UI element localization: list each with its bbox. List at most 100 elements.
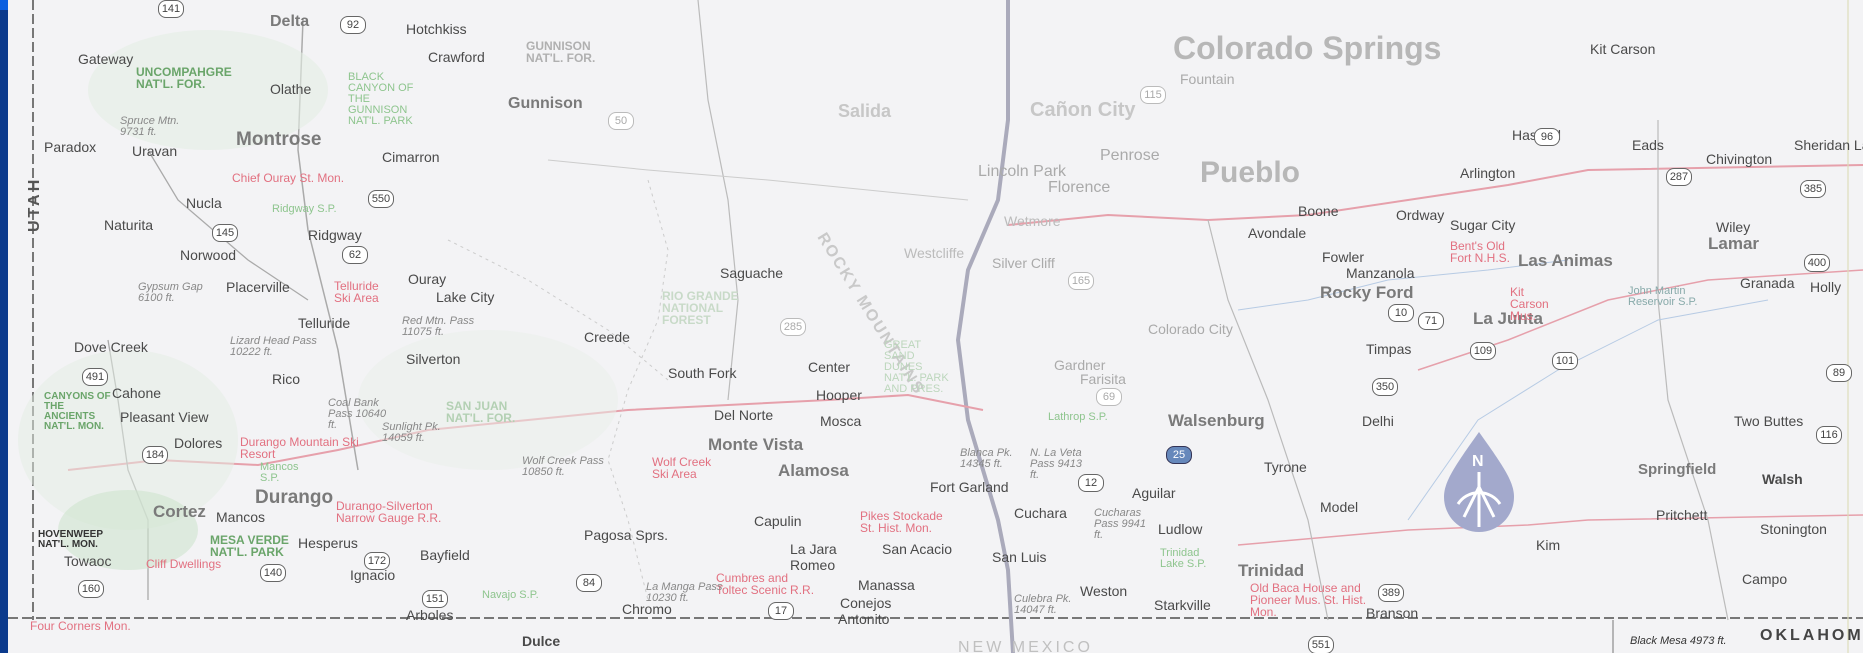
hwy-287: 287 [1666,168,1692,186]
label-old-baca-house: Old Baca House and Pioneer Mus. St. Hist… [1250,581,1367,619]
hwy-96: 96 [1534,128,1560,146]
region-oklahoma: OKLAHOM [1760,627,1863,644]
label-wolf-creek-ski: Wolf Creek Ski Area [652,455,712,481]
town-ignacio: Ignacio [350,567,396,583]
town-two-buttes: Two Buttes [1734,413,1804,429]
town-delhi: Delhi [1362,413,1394,429]
town-kit-carson: Kit Carson [1590,41,1656,57]
city-alamosa: Alamosa [778,461,849,480]
elev-blanca-pk: Blanca Pk. 14345 ft. [960,447,1013,470]
park-canyons: CANYONS OF THE ANCIENTS NAT'L. MON. [44,391,111,432]
town-south-fork: South Fork [668,365,737,381]
town-lake-city: Lake City [436,289,495,305]
town-tyrone: Tyrone [1264,459,1307,475]
hwy-10: 10 [1388,304,1414,322]
town-silverton: Silverton [406,351,461,367]
elev-culebra-pk: Culebra Pk. 14047 ft. [1014,593,1072,616]
town-eads: Eads [1632,137,1664,153]
town-hooper: Hooper [816,387,862,403]
town-holly: Holly [1810,279,1842,295]
town-sugar-city: Sugar City [1450,217,1516,233]
town-manassa: Manassa [858,577,915,593]
hwy-145: 145 [212,224,238,242]
town-ouray: Ouray [408,271,447,287]
park-rio-grande: RIO GRANDE NATIONAL FOREST [662,289,739,327]
town-farisita: Farisita [1080,371,1126,387]
label-cliff-dwellings: Cliff Dwellings [146,557,222,571]
town-avondale: Avondale [1248,225,1307,241]
city-las-animas: Las Animas [1518,251,1613,270]
hwy-400: 400 [1804,254,1830,272]
hwy-551: 551 [1308,636,1334,653]
town-rico: Rico [272,371,301,387]
hwy-172: 172 [364,552,390,570]
town-campo: Campo [1742,571,1788,587]
label-trinidad-lake-sp: Trinidad Lake S.P. [1160,547,1207,570]
town-saguache: Saguache [720,265,784,281]
town-fort-garland: Fort Garland [930,479,1009,495]
hwy-151: 151 [422,590,448,608]
town-arlington: Arlington [1460,165,1516,181]
town-walsh: Walsh [1762,471,1803,487]
road-map: UTAH ROCKY MOUNTAINS Colorado Springs Pu… [8,0,1863,653]
town-pritchett: Pritchett [1656,507,1708,523]
park-gunnison-for: GUNNISON NAT'L. FOR. [526,39,596,65]
town-model: Model [1320,499,1359,515]
town-wiley: Wiley [1716,219,1751,235]
town-crawford: Crawford [428,49,485,65]
label-durango-mountain: Durango Mountain Ski Resort [240,435,359,461]
town-florence: Florence [1048,179,1111,196]
town-fowler: Fowler [1322,249,1365,265]
city-rocky-ford: Rocky Ford [1320,283,1414,302]
town-paradox: Paradox [44,139,97,155]
town-granada: Granada [1740,275,1795,291]
hwy-184: 184 [142,446,168,464]
town-telluride: Telluride [298,315,351,331]
city-salida: Salida [838,101,892,121]
city-springfield: Springfield [1638,461,1717,478]
hwy-140: 140 [260,564,286,582]
elev-black-mesa: Black Mesa 4973 ft. [1630,635,1727,647]
town-lincoln-park: Lincoln Park [978,163,1067,180]
label-bents-old-fort: Bent's Old Fort N.H.S. [1450,239,1511,265]
town-nucla: Nucla [186,195,222,211]
hwy-84: 84 [576,574,602,592]
city-colorado-springs: Colorado Springs [1173,30,1442,66]
town-capulin: Capulin [754,513,802,529]
hwy-50: 50 [608,112,634,130]
town-chromo: Chromo [622,601,672,617]
town-romeo: Romeo [790,557,836,573]
park-great-sand-dunes: GREAT SAND DUNES NAT'L. PARK AND PRES. [884,339,949,395]
label-john-martin-sp: John Martin Reservoir S.P. [1628,285,1698,308]
town-timpas: Timpas [1366,341,1412,357]
town-ludlow: Ludlow [1158,521,1203,537]
town-cahone: Cahone [112,385,162,401]
label-narrow-gauge: Durango-Silverton Narrow Gauge R.R. [336,499,442,525]
town-fountain: Fountain [1180,71,1235,87]
town-uravan: Uravan [132,143,178,159]
town-bayfield: Bayfield [420,547,470,563]
town-cuchara: Cuchara [1014,505,1067,521]
hwy-550: 550 [368,190,394,208]
hwy-109: 109 [1470,342,1496,360]
town-antonito: Antonito [838,611,890,627]
town-dove-creek: Dove Creek [74,339,148,355]
city-delta: Delta [270,13,310,30]
town-gardner: Gardner [1054,357,1106,373]
town-olathe: Olathe [270,81,312,97]
town-westcliffe: Westcliffe [904,245,965,261]
town-sheridan-lake: Sheridan Lake [1794,137,1863,153]
hwy-115: 115 [1140,86,1166,104]
town-wetmore: Wetmore [1004,213,1061,229]
town-pleasant-view: Pleasant View [120,409,209,425]
compass-north-label: N [1472,453,1484,470]
hwy-71: 71 [1418,312,1444,330]
label-pikes-stockade: Pikes Stockade St. Hist. Mon. [860,509,943,535]
city-durango: Durango [255,487,334,508]
town-chivington: Chivington [1706,151,1773,167]
hwy-350: 350 [1372,378,1398,396]
town-colorado-city: Colorado City [1148,321,1233,337]
city-trinidad: Trinidad [1238,561,1305,580]
town-gateway: Gateway [78,51,134,67]
label-ridgway-sp: Ridgway S.P. [272,203,337,215]
